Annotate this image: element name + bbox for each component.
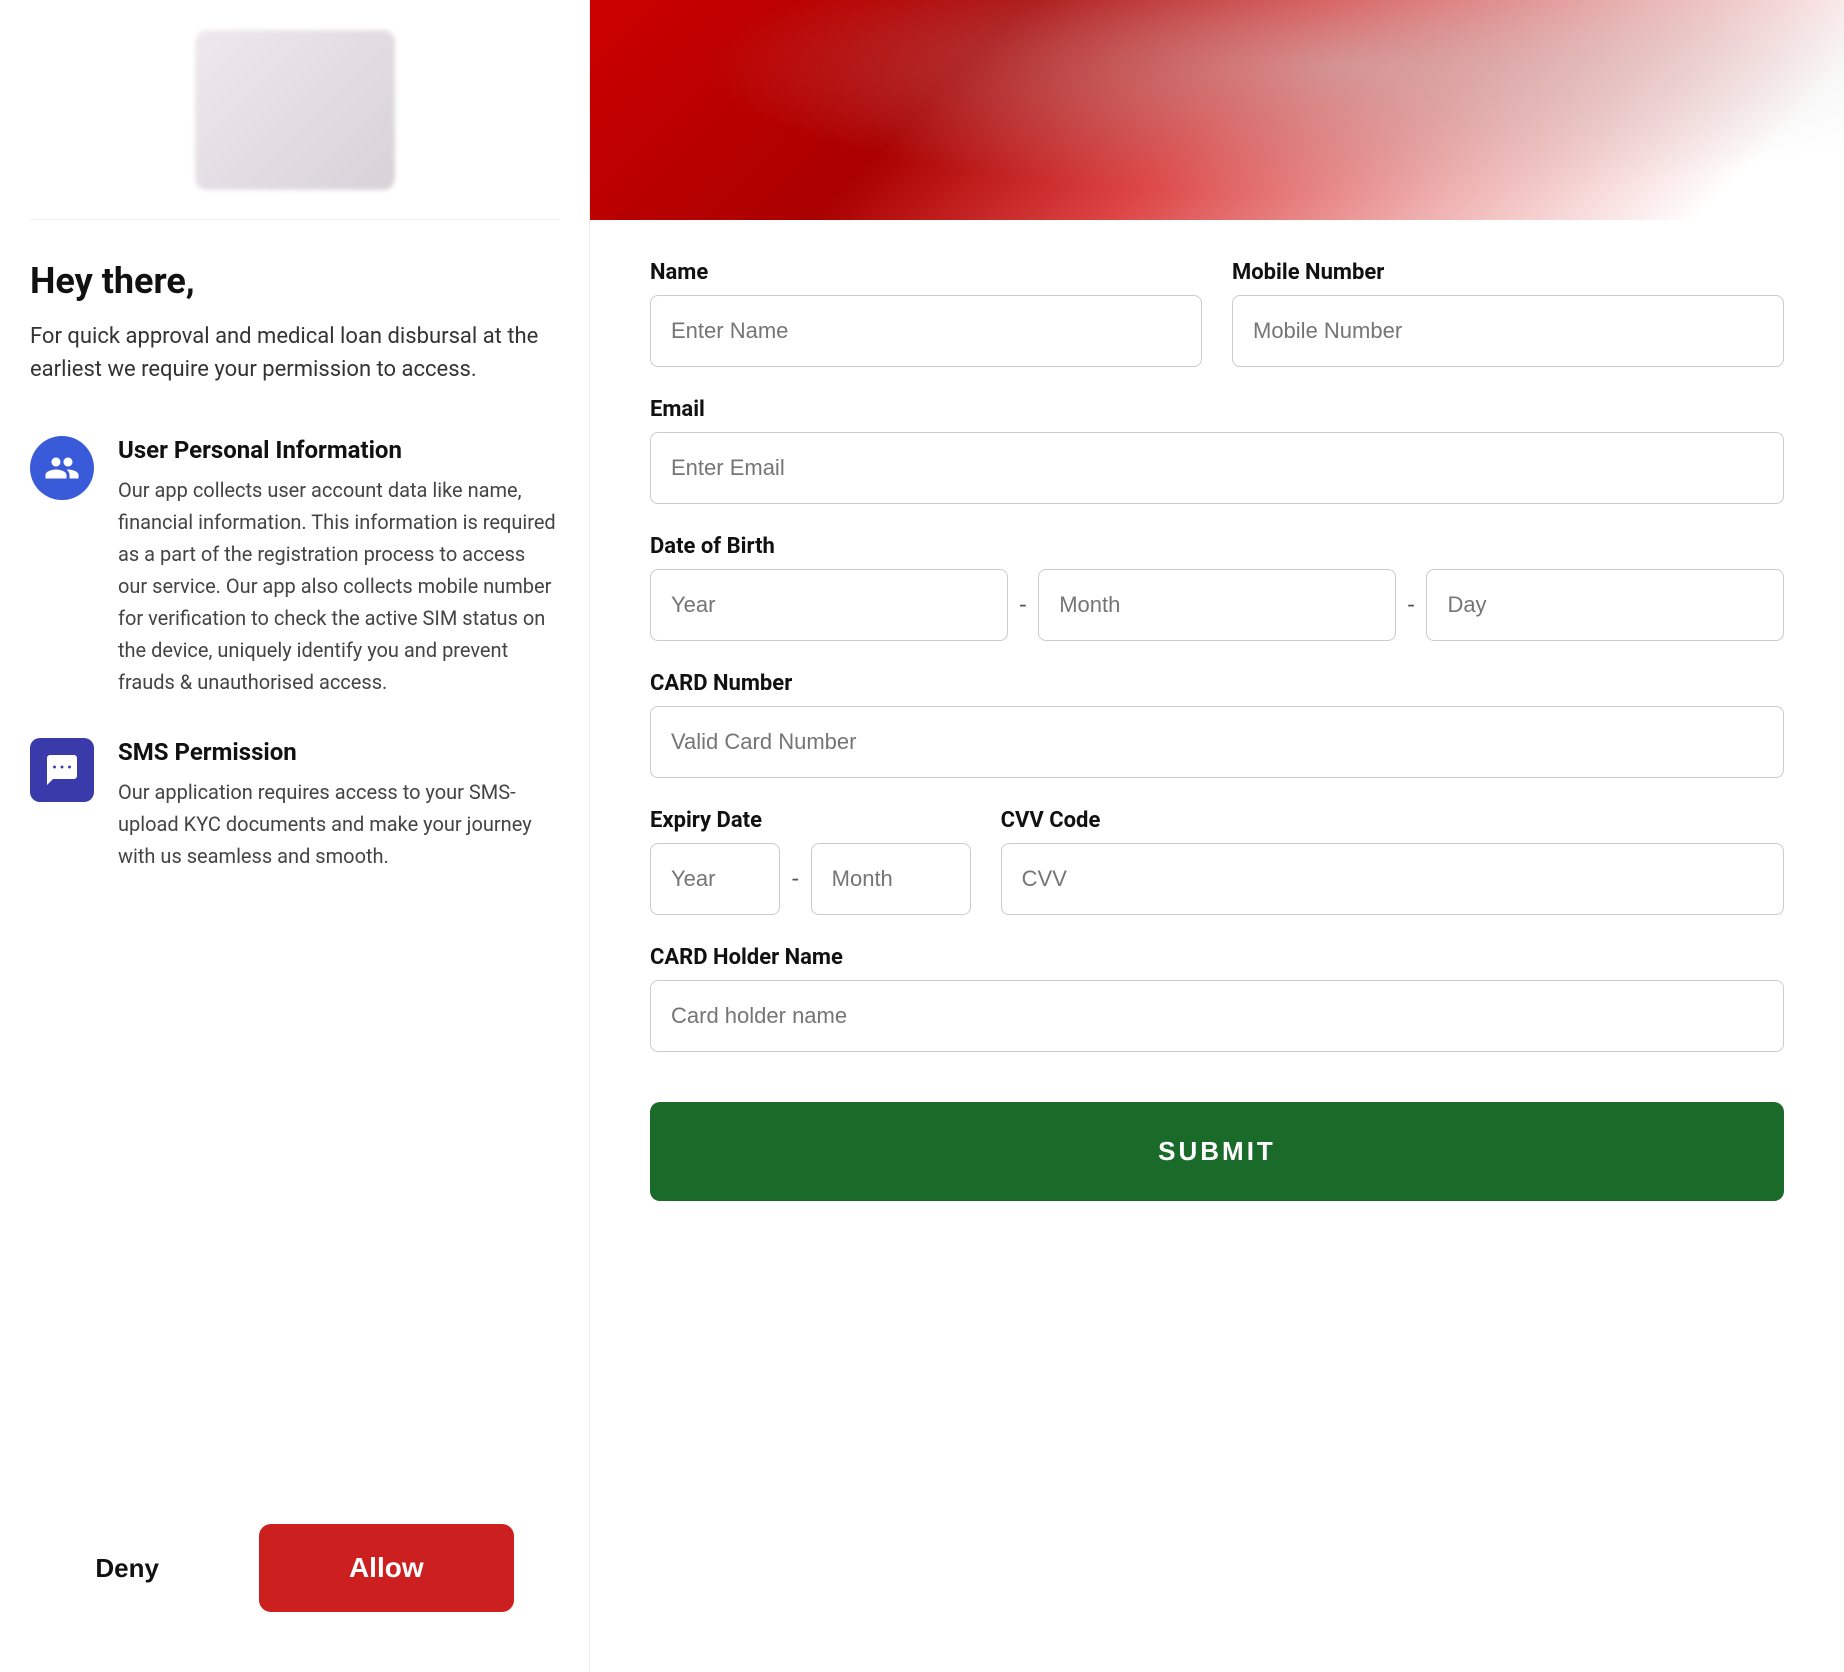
dob-sep-2: -: [1408, 591, 1415, 619]
permission-item-personal: User Personal Information Our app collec…: [30, 436, 559, 698]
person-svg: [44, 450, 80, 486]
personal-info-desc: Our app collects user account data like …: [118, 474, 559, 698]
sms-desc: Our application requires access to your …: [118, 776, 559, 872]
card-holder-group: CARD Holder Name: [650, 945, 1784, 1052]
action-buttons: Deny Allow: [30, 1464, 559, 1612]
allow-button[interactable]: Allow: [259, 1524, 514, 1612]
dob-year-input[interactable]: [650, 569, 1008, 641]
personal-info-title: User Personal Information: [118, 436, 559, 464]
cvv-label: CVV Code: [1001, 808, 1784, 833]
cvv-input[interactable]: [1001, 843, 1784, 915]
sms-svg: [44, 752, 80, 788]
sms-title: SMS Permission: [118, 738, 559, 766]
greeting-heading: Hey there,: [30, 260, 559, 302]
email-input[interactable]: [650, 432, 1784, 504]
right-top-banner: [590, 0, 1844, 220]
person-icon: [30, 436, 94, 500]
mobile-label: Mobile Number: [1232, 260, 1784, 285]
name-label: Name: [650, 260, 1202, 285]
dob-day-input[interactable]: [1426, 569, 1784, 641]
sms-content: SMS Permission Our application requires …: [118, 738, 559, 872]
expiry-group: Expiry Date -: [650, 808, 971, 915]
dob-date-row: - -: [650, 569, 1784, 641]
card-number-label: CARD Number: [650, 671, 1784, 696]
submit-button[interactable]: SUBMIT: [650, 1102, 1784, 1201]
expiry-date-row: -: [650, 843, 971, 915]
dob-group: Date of Birth - -: [650, 534, 1784, 641]
email-label: Email: [650, 397, 1784, 422]
card-number-group: CARD Number: [650, 671, 1784, 778]
left-top-banner: [30, 0, 559, 220]
card-holder-input[interactable]: [650, 980, 1784, 1052]
name-mobile-row: Name Mobile Number: [650, 260, 1784, 367]
right-panel: Name Mobile Number Email Date of Birth -…: [590, 0, 1844, 1672]
left-panel: Hey there, For quick approval and medica…: [0, 0, 590, 1672]
sms-icon: [30, 738, 94, 802]
banner-blur: [590, 0, 1844, 220]
expiry-sep: -: [792, 865, 799, 893]
expiry-month-input[interactable]: [811, 843, 971, 915]
card-holder-label: CARD Holder Name: [650, 945, 1784, 970]
mobile-input[interactable]: [1232, 295, 1784, 367]
permission-item-sms: SMS Permission Our application requires …: [30, 738, 559, 872]
dob-month-input[interactable]: [1038, 569, 1396, 641]
personal-info-content: User Personal Information Our app collec…: [118, 436, 559, 698]
intro-text: For quick approval and medical loan disb…: [30, 320, 559, 386]
form-area: Name Mobile Number Email Date of Birth -…: [590, 220, 1844, 1672]
dob-label: Date of Birth: [650, 534, 1784, 559]
logo-image: [195, 30, 395, 190]
mobile-group: Mobile Number: [1232, 260, 1784, 367]
email-group: Email: [650, 397, 1784, 504]
expiry-label: Expiry Date: [650, 808, 971, 833]
name-input[interactable]: [650, 295, 1202, 367]
cvv-group: CVV Code: [1001, 808, 1784, 915]
expiry-cvv-row: Expiry Date - CVV Code: [650, 808, 1784, 915]
deny-button[interactable]: Deny: [75, 1543, 179, 1594]
name-group: Name: [650, 260, 1202, 367]
card-number-input[interactable]: [650, 706, 1784, 778]
expiry-year-input[interactable]: [650, 843, 780, 915]
dob-sep-1: -: [1020, 591, 1027, 619]
